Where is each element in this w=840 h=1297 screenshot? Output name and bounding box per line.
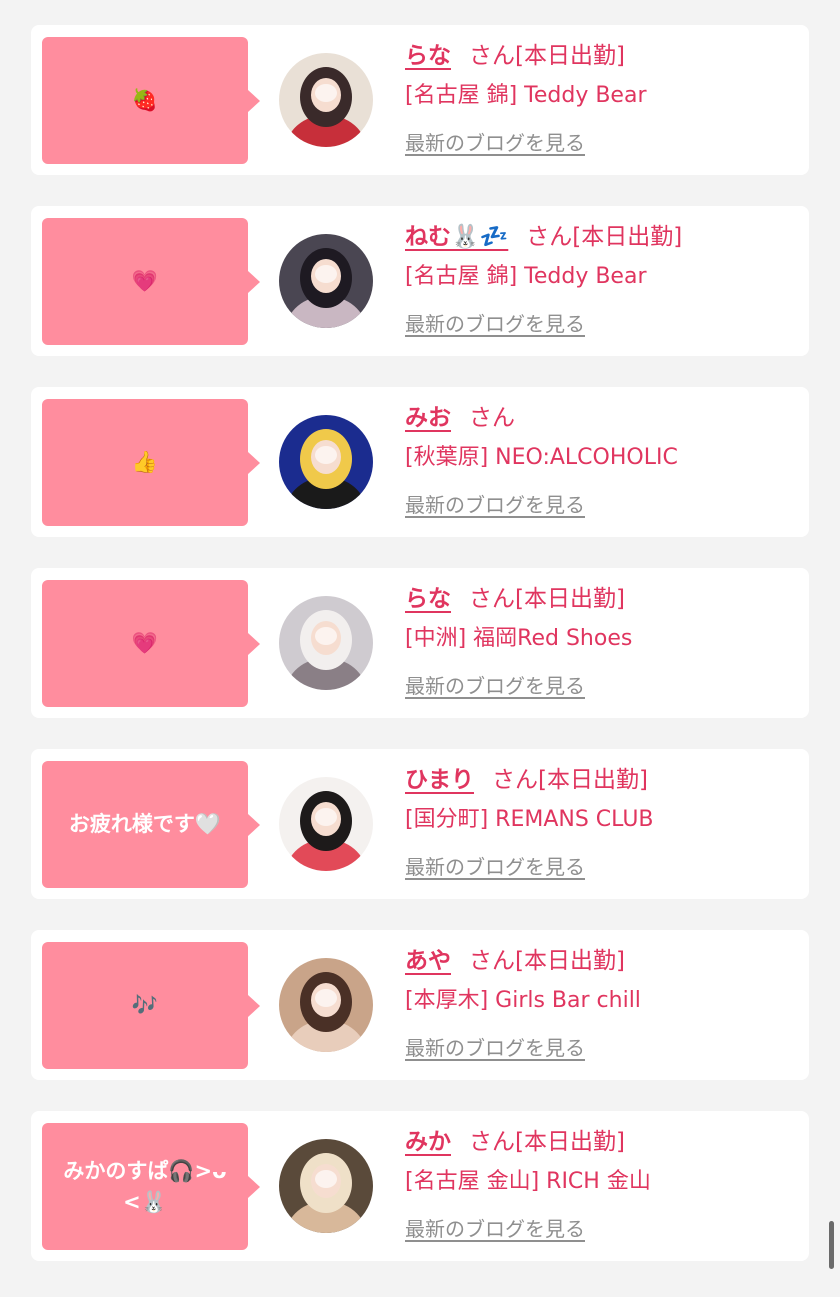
name-line: みお さん — [405, 401, 799, 435]
cast-card[interactable]: みかのすぱ🎧>ᴗ<🐰 みか さん[本日出勤] [名古屋 金山] RICH 金山 最… — [31, 1111, 809, 1261]
latest-blog-link[interactable]: 最新のブログを見る — [405, 1032, 585, 1061]
cast-name-link[interactable]: ねむ🐰💤 — [405, 224, 508, 250]
message-bubble: 👍 — [42, 399, 260, 526]
latest-blog-link[interactable]: 最新のブログを見る — [405, 851, 585, 880]
avatar[interactable] — [279, 1139, 373, 1233]
message-text: みかのすぱ🎧>ᴗ<🐰 — [63, 1159, 227, 1214]
avatar[interactable] — [279, 958, 373, 1052]
message-text: 🍓 — [131, 88, 159, 113]
cast-name-link[interactable]: らな — [405, 586, 451, 612]
cast-info: みか さん[本日出勤] [名古屋 金山] RICH 金山 最新のブログを見る — [405, 1125, 799, 1242]
avatar[interactable] — [279, 596, 373, 690]
cast-blog-list: 🍓 らな さん[本日出勤] [名古屋 錦] Teddy Bear 最新のブログを見… — [0, 0, 840, 1297]
latest-blog-link[interactable]: 最新のブログを見る — [405, 308, 585, 337]
cast-name-link[interactable]: ひまり — [405, 767, 474, 793]
message-bubble: 💗 — [42, 580, 260, 707]
message-bubble: 🎶 — [42, 942, 260, 1069]
shop-name: [国分町] REMANS CLUB — [405, 807, 654, 832]
cast-name-link[interactable]: あや — [405, 948, 451, 974]
cast-card[interactable]: 👍 みお さん [秋葉原] NEO:ALCOHOLIC 最新のブログを見る — [31, 387, 809, 537]
message-bubble: 💗 — [42, 218, 260, 345]
avatar[interactable] — [279, 777, 373, 871]
name-line: あや さん[本日出勤] — [405, 944, 799, 978]
avatar-photo — [279, 596, 373, 690]
cast-status: さん[本日出勤] — [469, 1129, 625, 1155]
name-line: みか さん[本日出勤] — [405, 1125, 799, 1159]
message-text: 🎶 — [131, 993, 159, 1018]
cast-card[interactable]: お疲れ様です🤍 ひまり さん[本日出勤] [国分町] REMANS CLUB 最新… — [31, 749, 809, 899]
name-line: らな さん[本日出勤] — [405, 39, 799, 73]
latest-blog-link[interactable]: 最新のブログを見る — [405, 489, 585, 518]
message-bubble: お疲れ様です🤍 — [42, 761, 260, 888]
cast-info: ねむ🐰💤 さん[本日出勤] [名古屋 錦] Teddy Bear 最新のブログを見… — [405, 220, 799, 337]
message-text: 💗 — [131, 631, 159, 656]
cast-status: さん[本日出勤] — [492, 767, 648, 793]
message-text: 💗 — [131, 269, 159, 294]
cast-info: ひまり さん[本日出勤] [国分町] REMANS CLUB 最新のブログを見る — [405, 763, 799, 880]
cast-status: さん[本日出勤] — [469, 948, 625, 974]
cast-name-link[interactable]: みお — [405, 405, 451, 431]
cast-card[interactable]: 💗 ねむ🐰💤 さん[本日出勤] [名古屋 錦] Teddy Bear 最新のブログ… — [31, 206, 809, 356]
cast-card[interactable]: 🎶 あや さん[本日出勤] [本厚木] Girls Bar chill 最新のブロ… — [31, 930, 809, 1080]
cast-status: さん[本日出勤] — [469, 43, 625, 69]
message-text: お疲れ様です🤍 — [68, 812, 222, 837]
cast-card[interactable]: 💗 らな さん[本日出勤] [中洲] 福岡Red Shoes 最新のブログを見る — [31, 568, 809, 718]
avatar-photo — [279, 53, 373, 147]
message-text: 👍 — [131, 450, 159, 475]
name-line: らな さん[本日出勤] — [405, 582, 799, 616]
cast-status: さん — [469, 405, 515, 431]
shop-name: [秋葉原] NEO:ALCOHOLIC — [405, 445, 678, 470]
avatar-photo — [279, 234, 373, 328]
avatar-photo — [279, 415, 373, 509]
cast-name-link[interactable]: らな — [405, 43, 451, 69]
name-line: ひまり さん[本日出勤] — [405, 763, 799, 797]
avatar[interactable] — [279, 53, 373, 147]
cast-name-link[interactable]: みか — [405, 1129, 451, 1155]
cast-card[interactable]: 🍓 らな さん[本日出勤] [名古屋 錦] Teddy Bear 最新のブログを見… — [31, 25, 809, 175]
avatar-photo — [279, 958, 373, 1052]
cast-status: さん[本日出勤] — [469, 586, 625, 612]
cast-status: さん[本日出勤] — [526, 224, 683, 250]
cast-info: あや さん[本日出勤] [本厚木] Girls Bar chill 最新のブログを… — [405, 944, 799, 1061]
name-line: ねむ🐰💤 さん[本日出勤] — [405, 220, 799, 254]
cast-info: らな さん[本日出勤] [名古屋 錦] Teddy Bear 最新のブログを見る — [405, 39, 799, 156]
shop-name: [中洲] 福岡Red Shoes — [405, 626, 633, 651]
shop-name: [名古屋 錦] Teddy Bear — [405, 264, 647, 289]
message-bubble: みかのすぱ🎧>ᴗ<🐰 — [42, 1123, 260, 1250]
shop-name: [名古屋 錦] Teddy Bear — [405, 83, 647, 108]
cast-info: らな さん[本日出勤] [中洲] 福岡Red Shoes 最新のブログを見る — [405, 582, 799, 699]
latest-blog-link[interactable]: 最新のブログを見る — [405, 1213, 585, 1242]
latest-blog-link[interactable]: 最新のブログを見る — [405, 127, 585, 156]
latest-blog-link[interactable]: 最新のブログを見る — [405, 670, 585, 699]
shop-name: [本厚木] Girls Bar chill — [405, 988, 641, 1013]
avatar[interactable] — [279, 415, 373, 509]
avatar[interactable] — [279, 234, 373, 328]
message-bubble: 🍓 — [42, 37, 260, 164]
avatar-photo — [279, 777, 373, 871]
shop-name: [名古屋 金山] RICH 金山 — [405, 1169, 651, 1194]
scrollbar[interactable] — [829, 1221, 834, 1269]
cast-info: みお さん [秋葉原] NEO:ALCOHOLIC 最新のブログを見る — [405, 401, 799, 518]
avatar-photo — [279, 1139, 373, 1233]
